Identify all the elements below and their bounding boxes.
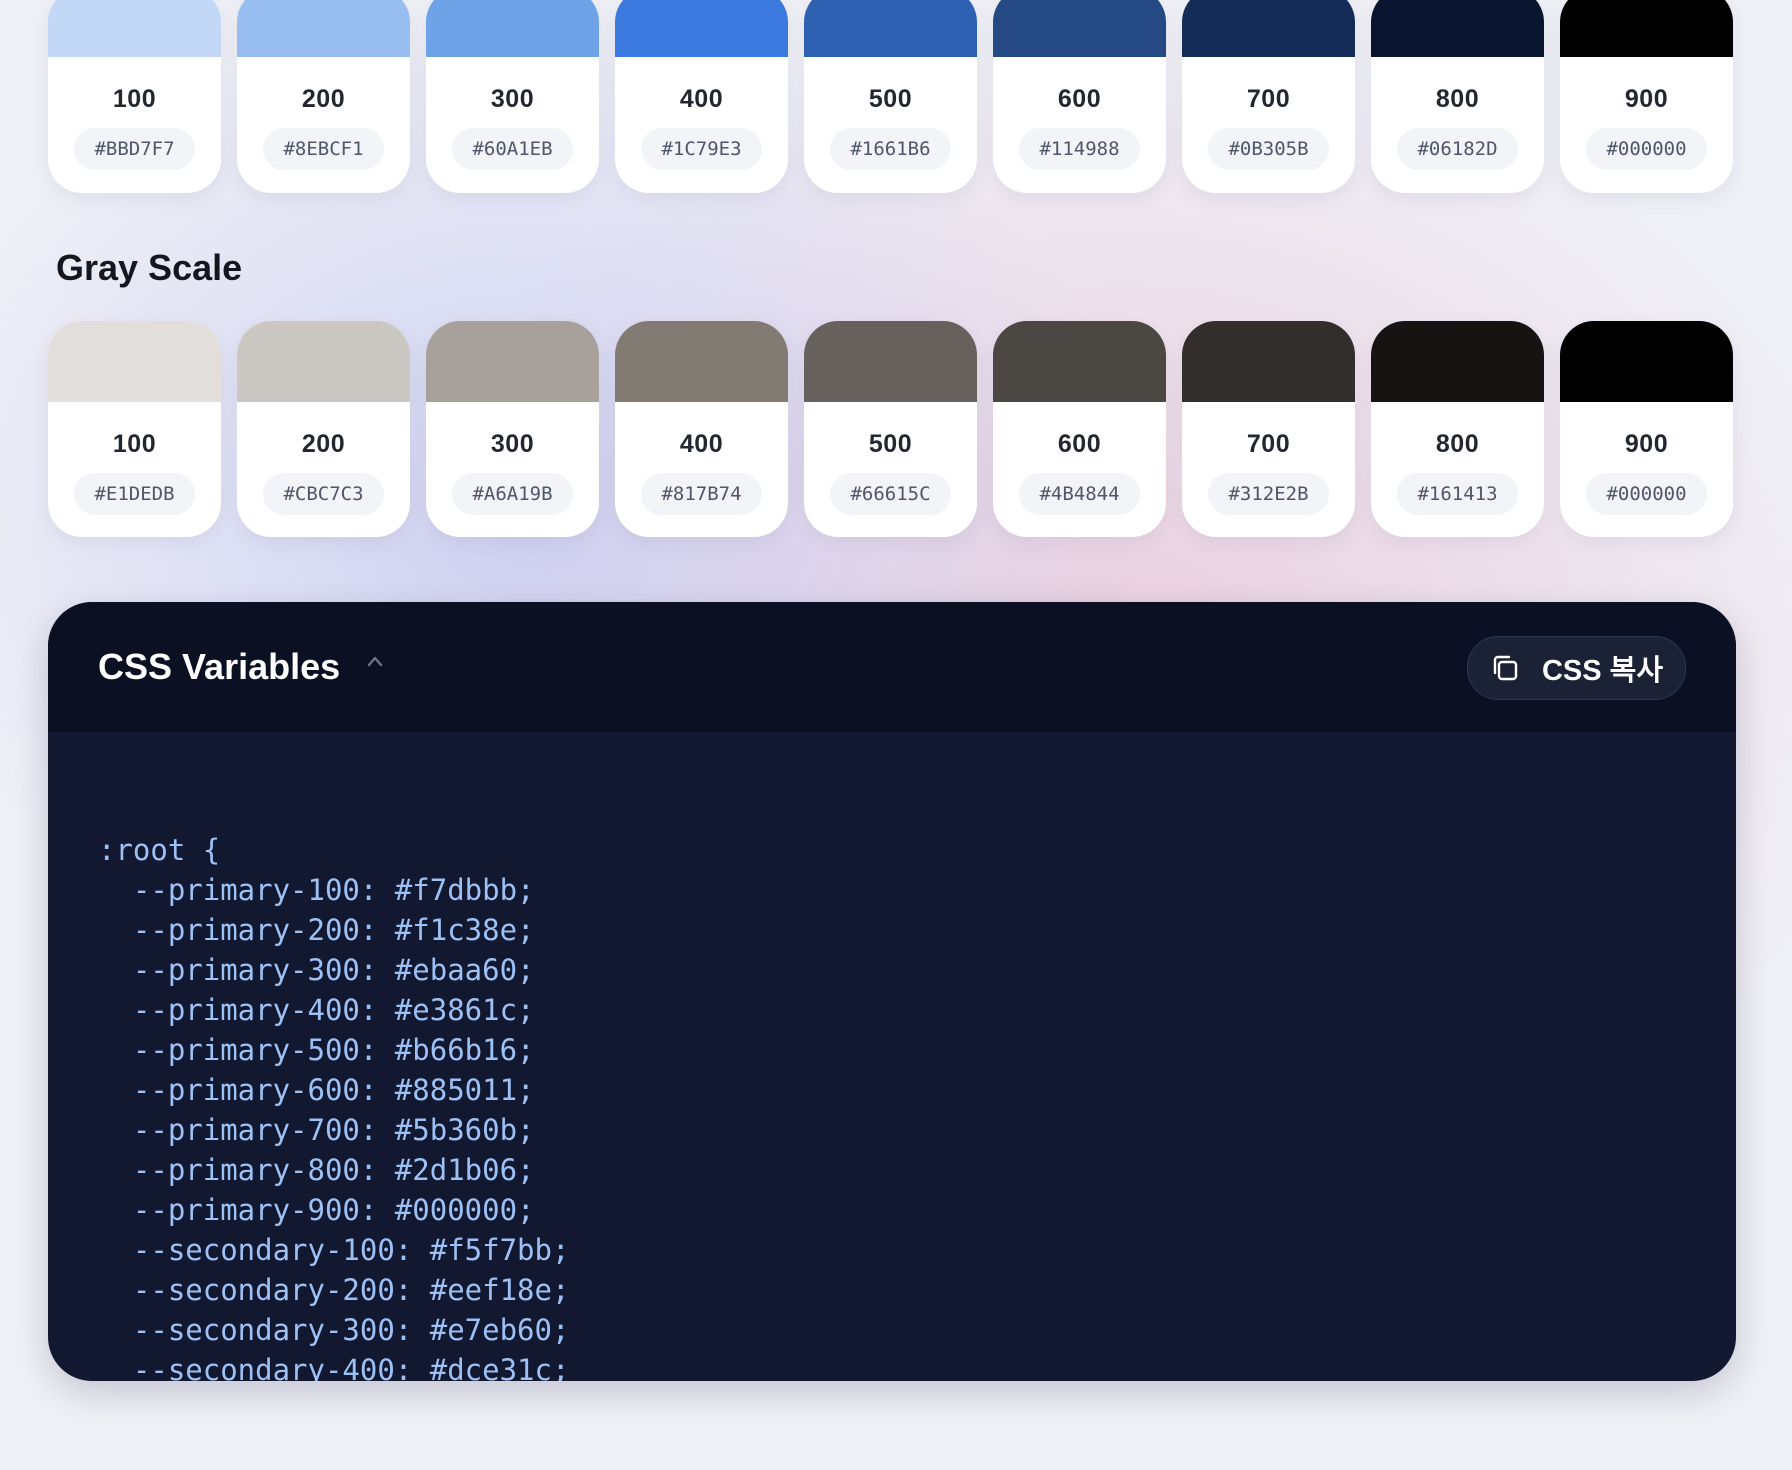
swatch-step: 600 [1057,430,1102,458]
swatch-hex[interactable]: #A6A19B [452,473,573,515]
swatch-hex[interactable]: #4B4844 [1019,473,1140,515]
swatch-hex[interactable]: #000000 [1586,473,1707,515]
swatch-color [804,321,977,402]
swatch-step: 300 [490,85,535,113]
swatch-hex[interactable]: #06182D [1397,128,1518,170]
css-variables-panel: CSS Variables CSS 복사 :root { --primary-1… [48,602,1736,1381]
swatch-step: 500 [868,85,913,113]
swatch-hex[interactable]: #E1DEDB [74,473,195,515]
copy-css-label: CSS 복사 [1541,655,1663,687]
swatch-hex[interactable]: #8EBCF1 [263,128,384,170]
swatch-card[interactable]: 500 #66615C [804,321,977,537]
swatch-step: 600 [1057,85,1102,113]
section-title-gray-scale: Gray Scale [56,247,243,288]
swatch-hex[interactable]: #114988 [1019,128,1140,170]
swatch-card[interactable]: 100 #BBD7F7 [48,0,221,193]
swatch-hex[interactable]: #CBC7C3 [263,473,384,515]
swatch-card[interactable]: 300 #60A1EB [426,0,599,193]
swatch-hex[interactable]: #000000 [1586,128,1707,170]
swatch-color [993,321,1166,402]
swatch-step: 700 [1246,85,1291,113]
swatch-card[interactable]: 800 #161413 [1371,321,1544,537]
swatch-card[interactable]: 500 #1661B6 [804,0,977,193]
swatch-step: 800 [1435,85,1480,113]
swatch-card[interactable]: 100 #E1DEDB [48,321,221,537]
swatch-color [1371,0,1544,57]
swatch-hex[interactable]: #161413 [1397,473,1518,515]
swatch-card[interactable]: 900 #000000 [1560,321,1733,537]
swatch-step: 800 [1435,430,1480,458]
css-panel-title: CSS Variables [98,646,341,687]
swatch-card[interactable]: 900 #000000 [1560,0,1733,193]
swatch-color [993,0,1166,57]
swatch-color [615,321,788,402]
swatch-step: 500 [868,430,913,458]
swatch-color [48,321,221,402]
swatch-hex[interactable]: #817B74 [641,473,762,515]
swatch-hex[interactable]: #0B305B [1208,128,1329,170]
swatch-color [237,321,410,402]
swatch-color [426,321,599,402]
copy-icon [1493,655,1518,681]
swatch-color [426,0,599,57]
swatch-step: 700 [1246,430,1291,458]
swatch-card[interactable]: 600 #4B4844 [993,321,1166,537]
swatch-step: 400 [679,85,724,113]
swatch-step: 900 [1624,430,1669,458]
swatch-step: 100 [112,430,157,458]
css-panel-header[interactable]: CSS Variables CSS 복사 [48,602,1736,732]
swatch-step: 900 [1624,85,1669,113]
swatch-color [1560,0,1733,57]
swatch-color [1182,321,1355,402]
swatch-card[interactable]: 800 #06182D [1371,0,1544,193]
swatch-color [615,0,788,57]
swatch-color [804,0,977,57]
gray-swatch-row: 100 #E1DEDB 200 #CBC7C3 300 #A6A19B 400 #817B74… [48,321,1733,537]
copy-css-button[interactable]: CSS 복사 [1466,636,1686,700]
swatch-step: 400 [679,430,724,458]
swatch-color [237,0,410,57]
swatch-card[interactable]: 700 #312E2B [1182,321,1355,537]
swatch-color [1560,321,1733,402]
swatch-hex[interactable]: #312E2B [1208,473,1329,515]
swatch-card[interactable]: 400 #817B74 [615,321,788,537]
swatch-card[interactable]: 400 #1C79E3 [615,0,788,193]
blue-swatch-row: 100 #BBD7F7 200 #8EBCF1 300 #60A1EB 400 #1C79E3… [48,0,1733,193]
swatch-card[interactable]: 200 #8EBCF1 [237,0,410,193]
swatch-card[interactable]: 300 #A6A19B [426,321,599,537]
swatch-step: 100 [112,85,157,113]
css-code-block: :root { --primary-100: #f7dbbb; --primar… [98,833,570,1381]
swatch-color [48,0,221,57]
swatch-step: 200 [301,430,346,458]
swatch-color [1182,0,1355,57]
swatch-color [1371,321,1544,402]
swatch-step: 300 [490,430,535,458]
chevron-up-icon[interactable] [360,646,390,676]
swatch-step: 200 [301,85,346,113]
swatch-hex[interactable]: #1C79E3 [641,128,762,170]
swatch-hex[interactable]: #66615C [830,473,951,515]
swatch-hex[interactable]: #BBD7F7 [74,128,195,170]
swatch-hex[interactable]: #1661B6 [830,128,951,170]
swatch-hex[interactable]: #60A1EB [452,128,573,170]
swatch-card[interactable]: 600 #114988 [993,0,1166,193]
swatch-card[interactable]: 200 #CBC7C3 [237,321,410,537]
swatch-card[interactable]: 700 #0B305B [1182,0,1355,193]
